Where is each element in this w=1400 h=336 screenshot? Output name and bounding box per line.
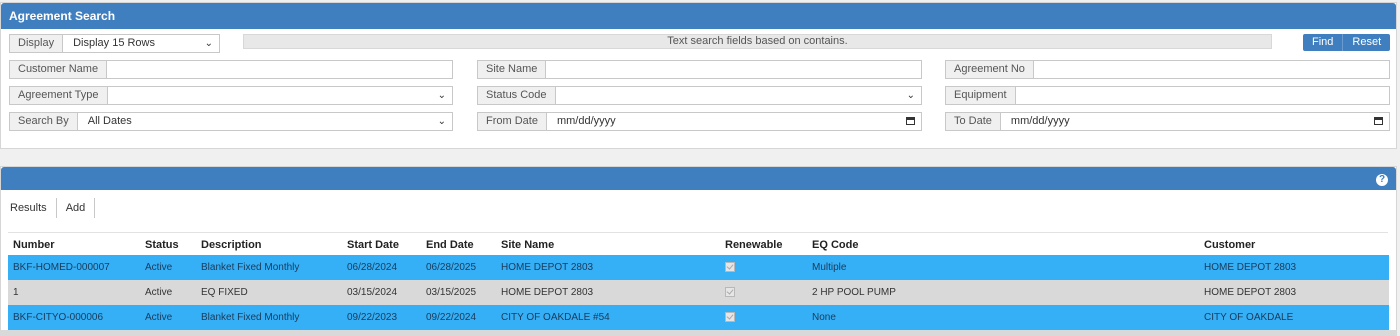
agreement-type-label: Agreement Type (10, 87, 108, 104)
search-by-value: All Dates ⌄ (78, 113, 452, 130)
col-site-name[interactable]: Site Name (496, 235, 720, 255)
to-date-input[interactable]: mm/dd/yyyy (1001, 113, 1389, 130)
tab-add[interactable]: Add (57, 198, 96, 218)
equipment-field[interactable]: Equipment (945, 86, 1390, 105)
search-by-label: Search By (10, 113, 78, 130)
from-date-input[interactable]: mm/dd/yyyy (547, 113, 921, 130)
to-date-field[interactable]: To Date mm/dd/yyyy (945, 112, 1390, 131)
cell-start-date: 03/15/2024 (342, 280, 421, 305)
cell-end-date: 03/15/2025 (421, 280, 496, 305)
tab-results[interactable]: Results (1, 198, 57, 218)
panel-title: Agreement Search (1, 3, 1396, 29)
col-end-date[interactable]: End Date (421, 235, 496, 255)
display-value: Display 15 Rows ⌄ (63, 35, 219, 52)
cell-customer: CITY OF OAKDALE (1199, 305, 1389, 330)
table-header-row: Number Status Description Start Date End… (8, 235, 1389, 255)
col-start-date[interactable]: Start Date (342, 235, 421, 255)
equipment-input[interactable] (1016, 87, 1389, 104)
display-label: Display (10, 35, 64, 52)
next-row-partial (0, 330, 1397, 336)
table-row[interactable]: BKF-CITYO-000006 Active Blanket Fixed Mo… (8, 305, 1389, 330)
cell-eq-code: 2 HP POOL PUMP (807, 280, 1199, 305)
cell-end-date: 09/22/2024 (421, 305, 496, 330)
col-status[interactable]: Status (140, 235, 196, 255)
cell-description: EQ FIXED (196, 280, 342, 305)
cell-customer: HOME DEPOT 2803 (1199, 280, 1389, 305)
col-description[interactable]: Description (196, 235, 342, 255)
site-name-input[interactable] (546, 61, 921, 78)
cell-renewable (720, 305, 807, 330)
results-tabs: Results Add (1, 198, 96, 218)
search-by-select[interactable]: Search By All Dates ⌄ (9, 112, 453, 131)
chevron-down-icon: ⌄ (437, 116, 446, 127)
col-number[interactable]: Number (8, 235, 140, 255)
cell-description: Blanket Fixed Monthly (196, 305, 342, 330)
results-header-bar: ? (1, 167, 1396, 190)
status-code-value: ⌄ (556, 87, 921, 104)
customer-name-label: Customer Name (10, 61, 108, 78)
table-row[interactable]: BKF-HOMED-000007 Active Blanket Fixed Mo… (8, 255, 1389, 280)
display-select[interactable]: Display Display 15 Rows ⌄ (9, 34, 220, 53)
agreement-no-field[interactable]: Agreement No (945, 60, 1390, 79)
customer-name-field[interactable]: Customer Name (9, 60, 453, 79)
cell-site-name: HOME DEPOT 2803 (496, 280, 720, 305)
renewable-checkbox (725, 312, 735, 323)
renewable-checkbox (725, 287, 735, 298)
status-code-label: Status Code (478, 87, 556, 104)
customer-name-input[interactable] (107, 61, 452, 78)
col-renewable[interactable]: Renewable (720, 235, 807, 255)
cell-description: Blanket Fixed Monthly (196, 255, 342, 280)
chevron-down-icon: ⌄ (204, 38, 213, 49)
agreement-no-input[interactable] (1034, 61, 1389, 78)
agreement-no-label: Agreement No (946, 61, 1034, 78)
help-icon[interactable]: ? (1376, 174, 1388, 186)
cell-renewable (720, 255, 807, 280)
agreement-type-value: ⌄ (108, 87, 452, 104)
chevron-down-icon: ⌄ (437, 90, 446, 101)
site-name-label: Site Name (478, 61, 547, 78)
cell-renewable (720, 280, 807, 305)
equipment-label: Equipment (946, 87, 1016, 104)
results-table: Number Status Description Start Date End… (8, 235, 1389, 330)
cell-site-name: CITY OF OAKDALE #54 (496, 305, 720, 330)
cell-start-date: 09/22/2023 (342, 305, 421, 330)
site-name-field[interactable]: Site Name (477, 60, 922, 79)
find-button[interactable]: Find (1303, 34, 1342, 51)
table-row[interactable]: 1 Active EQ FIXED 03/15/2024 03/15/2025 … (8, 280, 1389, 305)
cell-number: 1 (8, 280, 140, 305)
cell-site-name: HOME DEPOT 2803 (496, 255, 720, 280)
cell-customer: HOME DEPOT 2803 (1199, 255, 1389, 280)
col-eq-code[interactable]: EQ Code (807, 235, 1199, 255)
cell-status: Active (140, 280, 196, 305)
reset-button[interactable]: Reset (1342, 34, 1390, 51)
cell-status: Active (140, 255, 196, 280)
cell-eq-code: Multiple (807, 255, 1199, 280)
cell-status: Active (140, 305, 196, 330)
search-info-text: Text search fields based on contains. (243, 34, 1272, 49)
cell-number: BKF-CITYO-000006 (8, 305, 140, 330)
renewable-checkbox (725, 262, 735, 273)
from-date-field[interactable]: From Date mm/dd/yyyy (477, 112, 922, 131)
chevron-down-icon: ⌄ (906, 90, 915, 101)
cell-start-date: 06/28/2024 (342, 255, 421, 280)
from-date-label: From Date (478, 113, 547, 130)
calendar-icon[interactable] (906, 117, 915, 125)
search-button-group: Find Reset (1303, 34, 1391, 51)
agreement-type-select[interactable]: Agreement Type ⌄ (9, 86, 453, 105)
divider (8, 232, 1388, 233)
calendar-icon[interactable] (1374, 117, 1383, 125)
cell-end-date: 06/28/2025 (421, 255, 496, 280)
status-code-select[interactable]: Status Code ⌄ (477, 86, 922, 105)
cell-eq-code: None (807, 305, 1199, 330)
col-customer[interactable]: Customer (1199, 235, 1389, 255)
to-date-label: To Date (946, 113, 1001, 130)
cell-number: BKF-HOMED-000007 (8, 255, 140, 280)
